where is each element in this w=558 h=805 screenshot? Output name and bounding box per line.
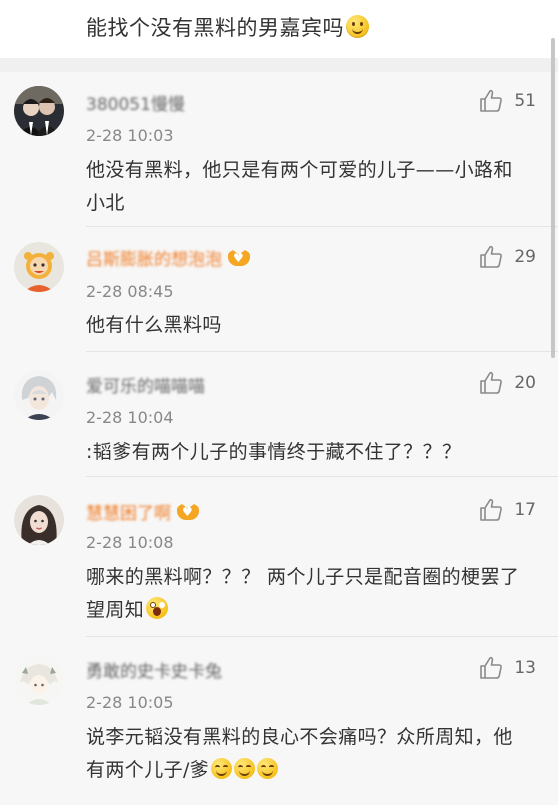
comment-text: :韬爹有两个儿子的事情终于藏不住了？？？ <box>86 441 462 463</box>
like-button[interactable]: 20 <box>478 370 536 396</box>
avatar[interactable] <box>14 86 64 136</box>
avatar[interactable] <box>14 242 64 292</box>
avatar[interactable] <box>14 370 64 420</box>
comment-item: 勇敢的史卡史卡兔 2-28 10:05 说李元韬没有黑料的良心不会痛吗？众所周知… <box>0 637 558 805</box>
smile-emoji-icon <box>211 758 233 779</box>
username[interactable]: 勇敢的史卡史卡兔 <box>86 657 222 682</box>
post-header: 能找个没有黑料的男嘉宾吗 <box>0 0 558 58</box>
scrollbar[interactable] <box>551 38 555 358</box>
like-button[interactable]: 13 <box>478 655 536 681</box>
username-text[interactable]: 勇敢的史卡史卡兔 <box>86 657 222 682</box>
comment-time: 2-28 10:08 <box>86 533 174 552</box>
comment-item: 爱可乐的喵喵喵 2-28 10:04 :韬爹有两个儿子的事情终于藏不住了？？？ … <box>0 352 558 477</box>
section-gap <box>0 58 558 72</box>
comment-time: 2-28 10:03 <box>86 126 174 145</box>
comment-item: 吕斯膨胀的想泡泡 2-28 08:45 他有什么黑料吗 29 <box>0 227 558 352</box>
like-count: 51 <box>514 91 536 111</box>
thumbs-up-icon <box>480 656 503 679</box>
username-text[interactable]: 380051慢慢 <box>86 90 185 115</box>
username[interactable]: 慧慧困了啊 <box>86 499 199 524</box>
avatar[interactable] <box>14 495 64 545</box>
like-button[interactable]: 51 <box>478 88 536 114</box>
comment-text: 说李元韬没有黑料的良心不会痛吗？众所周知，他有两个儿子/爹 <box>86 721 531 787</box>
comment-item: 380051慢慢 2-28 10:03 他没有黑料，他只是有两个可爱的儿子——小… <box>0 72 558 227</box>
username-text[interactable]: 慧慧困了啊 <box>86 499 171 524</box>
comment-text: 哪来的黑料啊？？？ 两个儿子只是配音圈的梗罢了望周知 <box>86 561 531 627</box>
username[interactable]: 吕斯膨胀的想泡泡 <box>86 245 250 270</box>
comment-time: 2-28 08:45 <box>86 282 174 301</box>
smile-emoji-icon <box>234 758 256 779</box>
scream-emoji-icon <box>146 597 169 619</box>
like-count: 13 <box>514 658 536 678</box>
thumbs-up-icon <box>480 371 503 394</box>
username-text[interactable]: 吕斯膨胀的想泡泡 <box>86 245 222 270</box>
post-title-row: 能找个没有黑料的男嘉宾吗 <box>86 12 369 42</box>
vip-badge-icon <box>228 248 250 268</box>
post-title: 能找个没有黑料的男嘉宾吗 <box>86 16 344 40</box>
thumbs-up-icon <box>480 498 503 521</box>
vip-badge-icon <box>177 502 199 522</box>
smile-emoji-icon <box>346 15 369 38</box>
comment-text: 他有什么黑料吗 <box>86 314 222 336</box>
like-button[interactable]: 17 <box>478 497 536 523</box>
like-count: 20 <box>514 373 536 393</box>
username-text[interactable]: 爱可乐的喵喵喵 <box>86 372 205 397</box>
like-count: 17 <box>514 500 536 520</box>
thumbs-up-icon <box>480 89 503 112</box>
avatar[interactable] <box>14 655 64 705</box>
comment-item: 慧慧困了啊 2-28 10:08 哪来的黑料啊？？？ 两个儿子只是配音圈的梗罢了… <box>0 477 558 637</box>
like-button[interactable]: 29 <box>478 244 536 270</box>
smile-emoji-icon <box>257 758 279 779</box>
thumbs-up-icon <box>480 245 503 268</box>
username[interactable]: 380051慢慢 <box>86 90 185 115</box>
comment-text: 他没有黑料，他只是有两个可爱的儿子——小路和小北 <box>86 159 513 214</box>
like-count: 29 <box>514 247 536 267</box>
username[interactable]: 爱可乐的喵喵喵 <box>86 372 205 397</box>
comment-text-content: 说李元韬没有黑料的良心不会痛吗？众所周知，他有两个儿子/爹 <box>86 726 513 781</box>
comment-time: 2-28 10:04 <box>86 408 174 427</box>
comment-time: 2-28 10:05 <box>86 693 174 712</box>
